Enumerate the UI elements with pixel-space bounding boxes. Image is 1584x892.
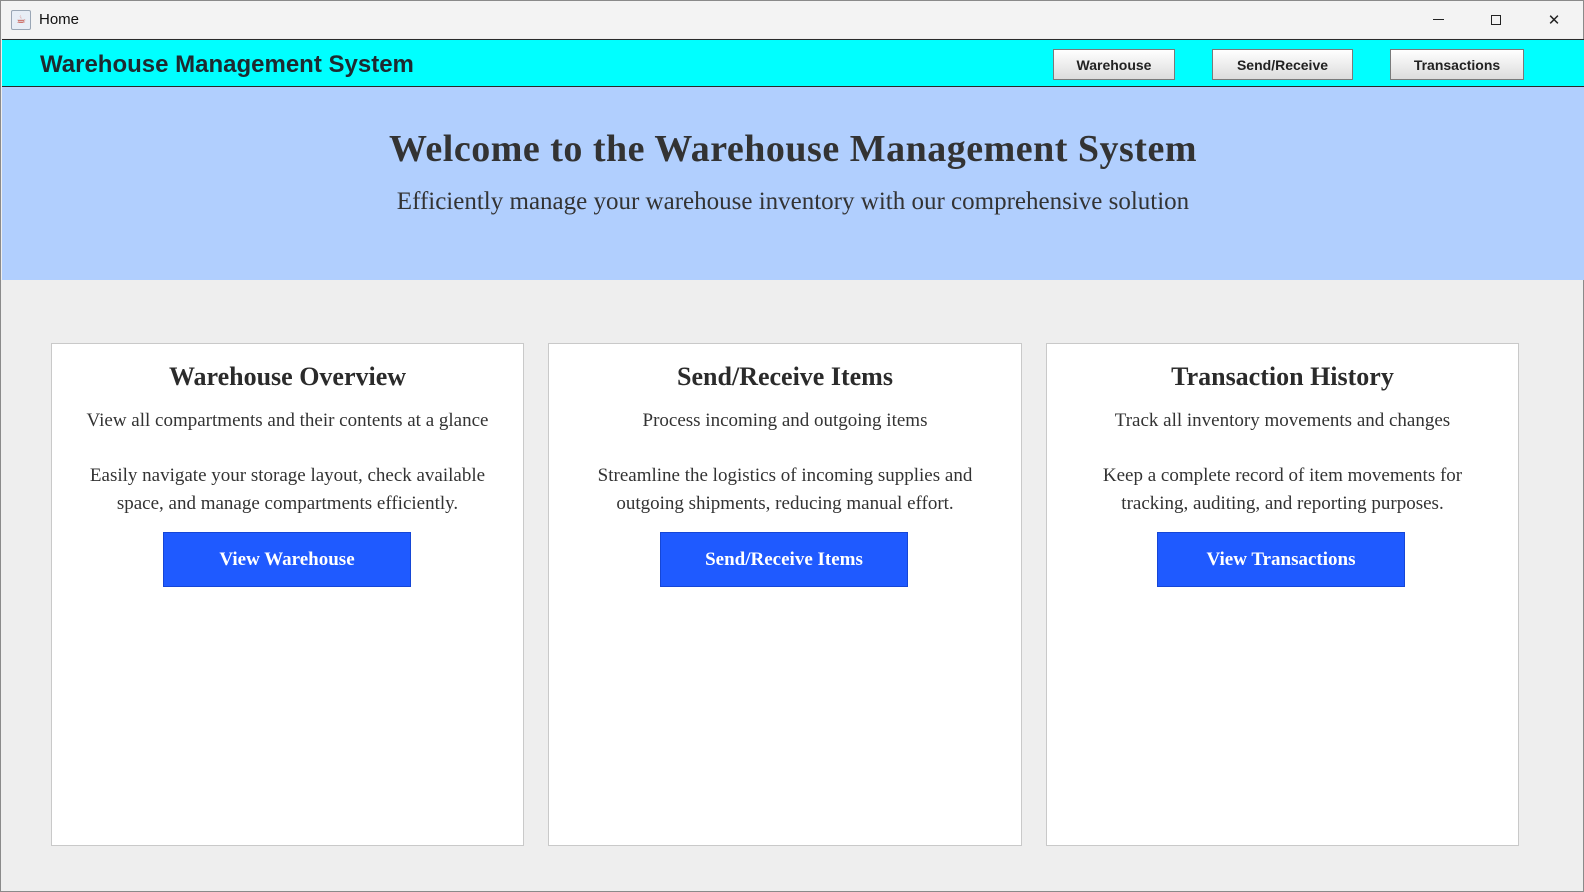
minimize-icon: [1432, 19, 1444, 20]
window-title: Home: [39, 11, 80, 28]
app-window: ☕ Home ✕ Warehouse Management System War…: [0, 0, 1584, 892]
card-title: Transaction History: [1171, 362, 1394, 391]
card-description: Streamline the logistics of incoming sup…: [597, 465, 973, 514]
view-transactions-button[interactable]: View Transactions: [1157, 532, 1405, 587]
nav-send-receive-button[interactable]: Send/Receive: [1212, 49, 1353, 80]
card-warehouse-overview: Warehouse Overview View all compartments…: [51, 343, 524, 846]
maximize-button[interactable]: [1467, 1, 1525, 38]
send-receive-items-button[interactable]: Send/Receive Items: [660, 532, 908, 587]
nav-warehouse-button[interactable]: Warehouse: [1053, 49, 1175, 80]
app-title: Warehouse Management System: [40, 51, 414, 78]
java-cup-icon: ☕: [11, 9, 31, 30]
view-warehouse-button[interactable]: View Warehouse: [163, 532, 411, 587]
card-title: Send/Receive Items: [677, 362, 893, 391]
card-description: Easily navigate your storage layout, che…: [89, 465, 486, 514]
card-title: Warehouse Overview: [168, 362, 407, 391]
card-transaction-history: Transaction History Track all inventory …: [1046, 343, 1519, 846]
close-button[interactable]: ✕: [1525, 1, 1583, 38]
close-icon: ✕: [1547, 10, 1561, 29]
window-titlebar[interactable]: ☕ Home ✕: [1, 1, 1583, 38]
nav-transactions-button[interactable]: Transactions: [1390, 49, 1524, 80]
welcome-subtitle: Efficiently manage your warehouse invent…: [396, 188, 1190, 215]
welcome-banner: Welcome to the Warehouse Management Syst…: [2, 87, 1584, 280]
card-send-receive: Send/Receive Items Process incoming and …: [548, 343, 1022, 846]
welcome-title: Welcome to the Warehouse Management Syst…: [389, 128, 1197, 170]
card-subtitle: View all compartments and their contents…: [86, 410, 489, 431]
window-controls: ✕: [1409, 1, 1583, 38]
card-description: Keep a complete record of item movements…: [1102, 465, 1463, 514]
app-header: Warehouse Management System Warehouse Se…: [2, 39, 1584, 87]
maximize-icon: [1491, 14, 1501, 25]
card-subtitle: Track all inventory movements and change…: [1114, 410, 1451, 431]
card-subtitle: Process incoming and outgoing items: [642, 410, 928, 431]
minimize-button[interactable]: [1409, 1, 1467, 38]
